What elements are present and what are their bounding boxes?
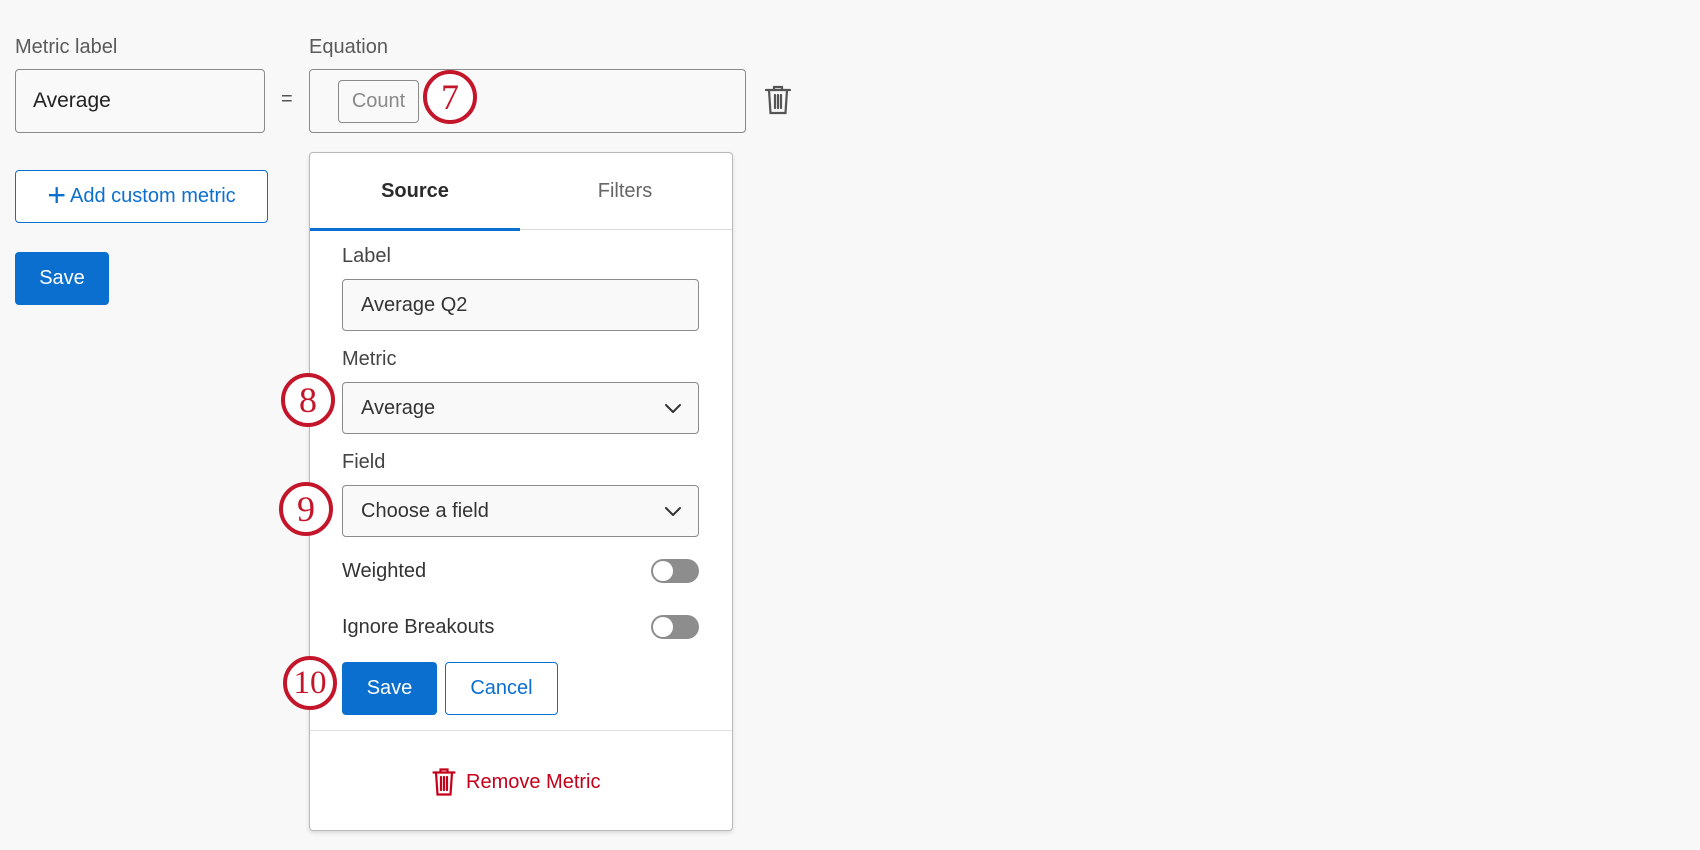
panel-divider xyxy=(310,730,732,731)
weighted-label: Weighted xyxy=(342,559,427,582)
panel-save-button[interactable]: Save xyxy=(342,662,437,715)
field-heading: Field xyxy=(342,451,386,473)
chevron-down-icon xyxy=(665,507,681,516)
ignore-breakouts-label: Ignore Breakouts xyxy=(342,615,495,638)
remove-metric-button[interactable]: Remove Metric xyxy=(432,765,600,799)
equation-chip-count[interactable]: Count xyxy=(338,80,419,123)
remove-metric-label: Remove Metric xyxy=(466,770,601,793)
tab-source[interactable]: Source xyxy=(310,153,520,231)
ignore-breakouts-row: Ignore Breakouts xyxy=(342,612,699,642)
equation-heading: Equation xyxy=(309,36,388,58)
label-input[interactable]: Average Q2 xyxy=(342,279,699,331)
add-custom-metric-label: Add custom metric xyxy=(70,185,236,207)
metric-select-value: Average xyxy=(361,396,436,419)
metric-label-value: Average xyxy=(33,89,111,112)
tab-filters[interactable]: Filters xyxy=(520,153,730,230)
weighted-toggle[interactable] xyxy=(651,559,699,583)
label-heading: Label xyxy=(342,245,391,267)
toggle-knob xyxy=(653,617,673,637)
field-select[interactable]: Choose a field xyxy=(342,485,699,537)
panel-tabs: Source Filters xyxy=(310,153,732,231)
trash-icon[interactable] xyxy=(764,84,792,116)
weighted-row: Weighted xyxy=(342,556,699,586)
metric-label-input[interactable]: Average xyxy=(15,69,265,133)
label-input-value: Average Q2 xyxy=(361,293,468,316)
equation-field[interactable]: Count xyxy=(309,69,746,133)
field-select-value: Choose a field xyxy=(361,499,489,522)
step-badge-8: 8 xyxy=(281,373,335,427)
chevron-down-icon xyxy=(665,404,681,413)
save-button[interactable]: Save xyxy=(15,252,109,305)
step-badge-9: 9 xyxy=(279,482,333,536)
metric-select[interactable]: Average xyxy=(342,382,699,434)
step-badge-10: 10 xyxy=(283,656,337,710)
metric-source-panel: Source Filters Label Average Q2 Metric A… xyxy=(309,152,733,831)
equals-sign: = xyxy=(281,88,293,110)
metric-label-heading: Metric label xyxy=(15,36,118,58)
trash-icon xyxy=(432,768,456,796)
ignore-breakouts-toggle[interactable] xyxy=(651,615,699,639)
metric-heading: Metric xyxy=(342,348,397,370)
toggle-knob xyxy=(653,561,673,581)
step-badge-7: 7 xyxy=(423,70,477,124)
add-custom-metric-button[interactable]: + Add custom metric xyxy=(15,170,268,223)
plus-icon: + xyxy=(47,177,67,213)
panel-cancel-button[interactable]: Cancel xyxy=(445,662,558,715)
